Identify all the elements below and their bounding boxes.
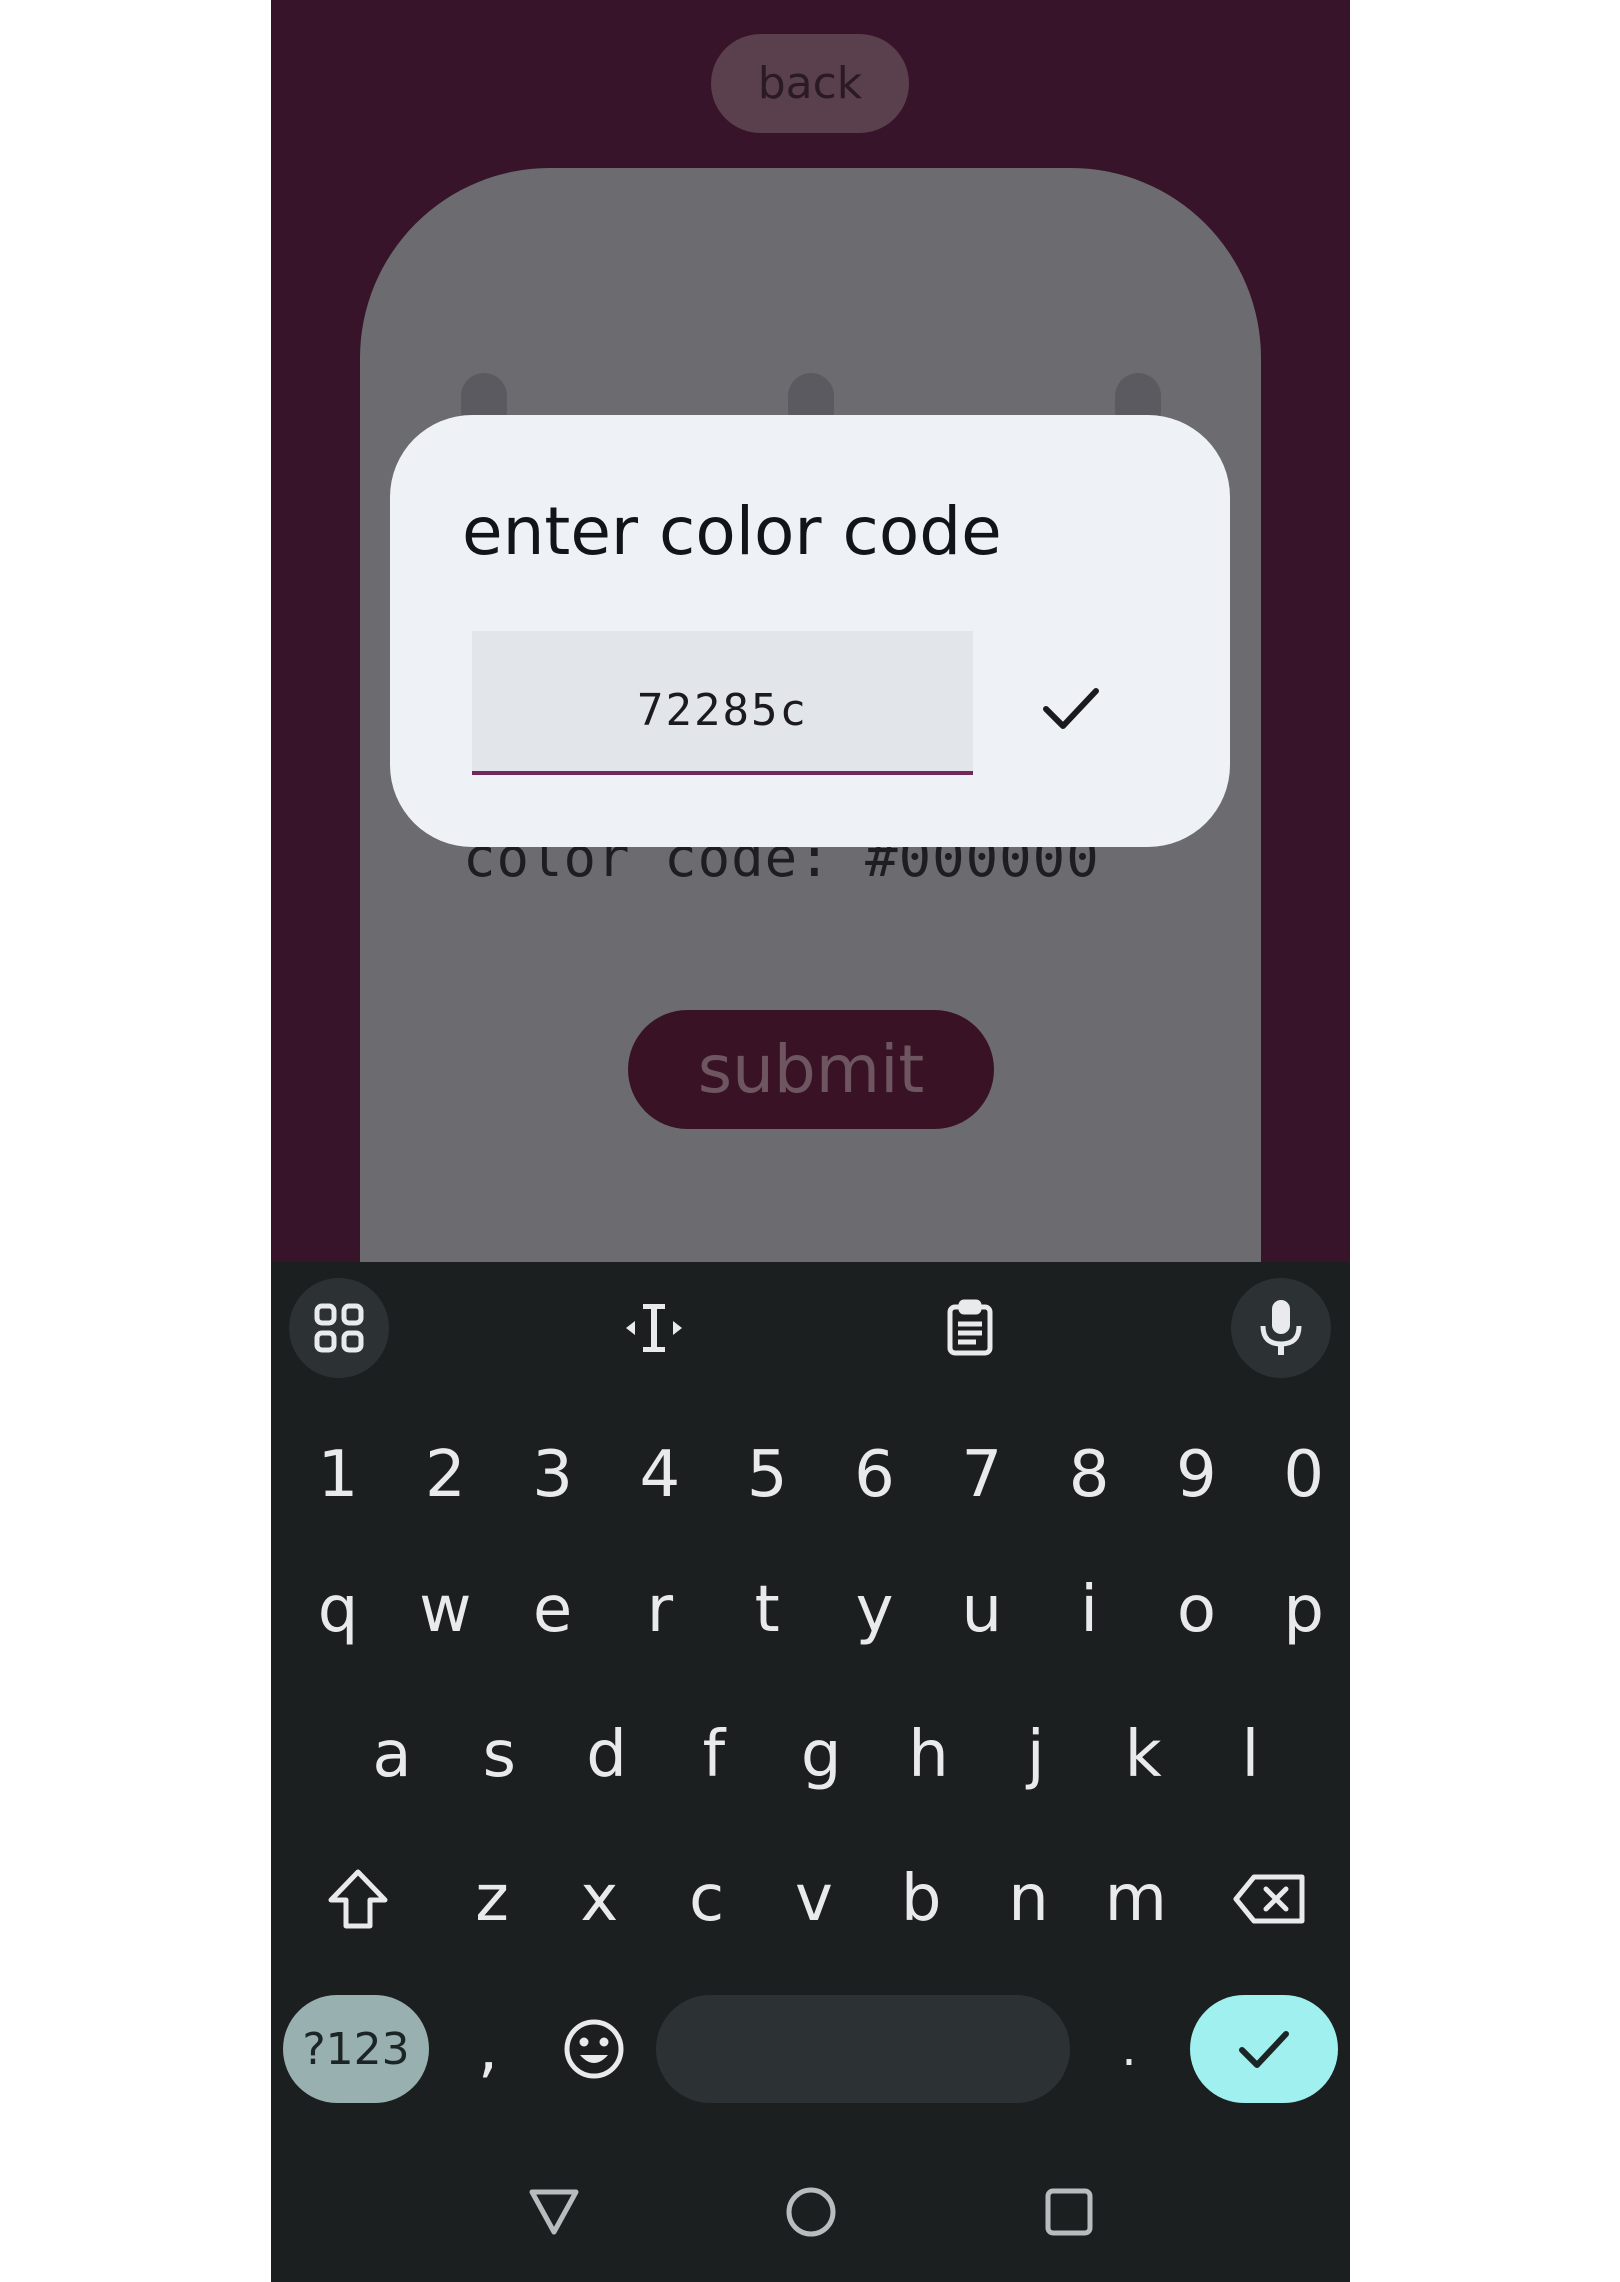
color-code-dialog: enter color code bbox=[390, 415, 1230, 847]
letter-key[interactable]: d bbox=[554, 1695, 660, 1815]
letter-key[interactable]: c bbox=[654, 1839, 760, 1959]
backspace-key[interactable] bbox=[1215, 1839, 1325, 1959]
letter-key[interactable]: x bbox=[546, 1839, 652, 1959]
number-key[interactable]: 2 bbox=[392, 1415, 498, 1535]
number-key[interactable]: 7 bbox=[929, 1415, 1035, 1535]
letter-key[interactable]: l bbox=[1197, 1695, 1303, 1815]
letter-key[interactable]: b bbox=[868, 1839, 974, 1959]
dialog-title: enter color code bbox=[462, 493, 1002, 570]
color-code-input[interactable] bbox=[472, 631, 973, 775]
phone-screen: back color code: #000000 submit enter co… bbox=[271, 0, 1350, 2282]
check-icon[interactable] bbox=[1036, 673, 1106, 743]
letter-key[interactable]: q bbox=[285, 1550, 391, 1670]
keyboard-row-1: qwertyuiop bbox=[271, 1550, 1350, 1670]
enter-key[interactable] bbox=[1190, 1995, 1338, 2103]
keyboard-row-3: zxcvbnm bbox=[271, 1839, 1350, 1959]
period-key[interactable]: . bbox=[1079, 1995, 1179, 2103]
clipboard-icon[interactable] bbox=[920, 1278, 1020, 1378]
letter-key[interactable]: k bbox=[1090, 1695, 1196, 1815]
letter-key[interactable]: f bbox=[661, 1695, 767, 1815]
letter-key[interactable]: u bbox=[929, 1550, 1035, 1670]
shift-key[interactable] bbox=[303, 1839, 413, 1959]
text-cursor-icon[interactable] bbox=[604, 1278, 704, 1378]
number-key[interactable]: 5 bbox=[714, 1415, 820, 1535]
letter-key[interactable]: y bbox=[822, 1550, 928, 1670]
submit-button[interactable]: submit bbox=[628, 1010, 994, 1129]
letter-key[interactable]: o bbox=[1143, 1550, 1249, 1670]
letter-key[interactable]: n bbox=[976, 1839, 1082, 1959]
input-underline bbox=[472, 771, 973, 775]
letter-key[interactable]: z bbox=[439, 1839, 545, 1959]
nav-home-icon[interactable] bbox=[771, 2172, 851, 2252]
letter-key[interactable]: e bbox=[500, 1550, 606, 1670]
number-key[interactable]: 3 bbox=[500, 1415, 606, 1535]
letter-key[interactable]: t bbox=[714, 1550, 820, 1670]
letter-key[interactable]: j bbox=[983, 1695, 1089, 1815]
back-button[interactable]: back bbox=[711, 34, 909, 133]
on-screen-keyboard: 1234567890 qwertyuiop asdfghjkl zxcvbnm … bbox=[271, 1262, 1350, 2282]
number-key[interactable]: 6 bbox=[822, 1415, 928, 1535]
number-key[interactable]: 9 bbox=[1143, 1415, 1249, 1535]
letter-key[interactable]: m bbox=[1083, 1839, 1189, 1959]
apps-grid-icon[interactable] bbox=[289, 1278, 389, 1378]
letter-key[interactable]: g bbox=[768, 1695, 874, 1815]
comma-key[interactable]: , bbox=[438, 1995, 538, 2103]
number-key[interactable]: 1 bbox=[285, 1415, 391, 1535]
letter-key[interactable]: v bbox=[761, 1839, 867, 1959]
letter-key[interactable]: h bbox=[876, 1695, 982, 1815]
emoji-icon[interactable] bbox=[544, 1995, 644, 2103]
number-key[interactable]: 0 bbox=[1251, 1415, 1350, 1535]
number-key[interactable]: 8 bbox=[1036, 1415, 1142, 1535]
letter-key[interactable]: w bbox=[392, 1550, 498, 1670]
microphone-icon[interactable] bbox=[1231, 1278, 1331, 1378]
letter-key[interactable]: r bbox=[607, 1550, 713, 1670]
nav-recents-icon[interactable] bbox=[1029, 2172, 1109, 2252]
nav-back-icon[interactable] bbox=[514, 2172, 594, 2252]
letter-key[interactable]: a bbox=[339, 1695, 445, 1815]
number-row: 1234567890 bbox=[271, 1415, 1350, 1535]
system-nav-bar bbox=[271, 2142, 1350, 2282]
letter-key[interactable]: s bbox=[446, 1695, 552, 1815]
symbols-key[interactable]: ?123 bbox=[283, 1995, 429, 2103]
keyboard-row-2: asdfghjkl bbox=[271, 1695, 1350, 1815]
number-key[interactable]: 4 bbox=[607, 1415, 713, 1535]
color-code-input-container bbox=[472, 631, 973, 775]
letter-key[interactable]: i bbox=[1036, 1550, 1142, 1670]
space-bar[interactable] bbox=[656, 1995, 1070, 2103]
letter-key[interactable]: p bbox=[1251, 1550, 1350, 1670]
